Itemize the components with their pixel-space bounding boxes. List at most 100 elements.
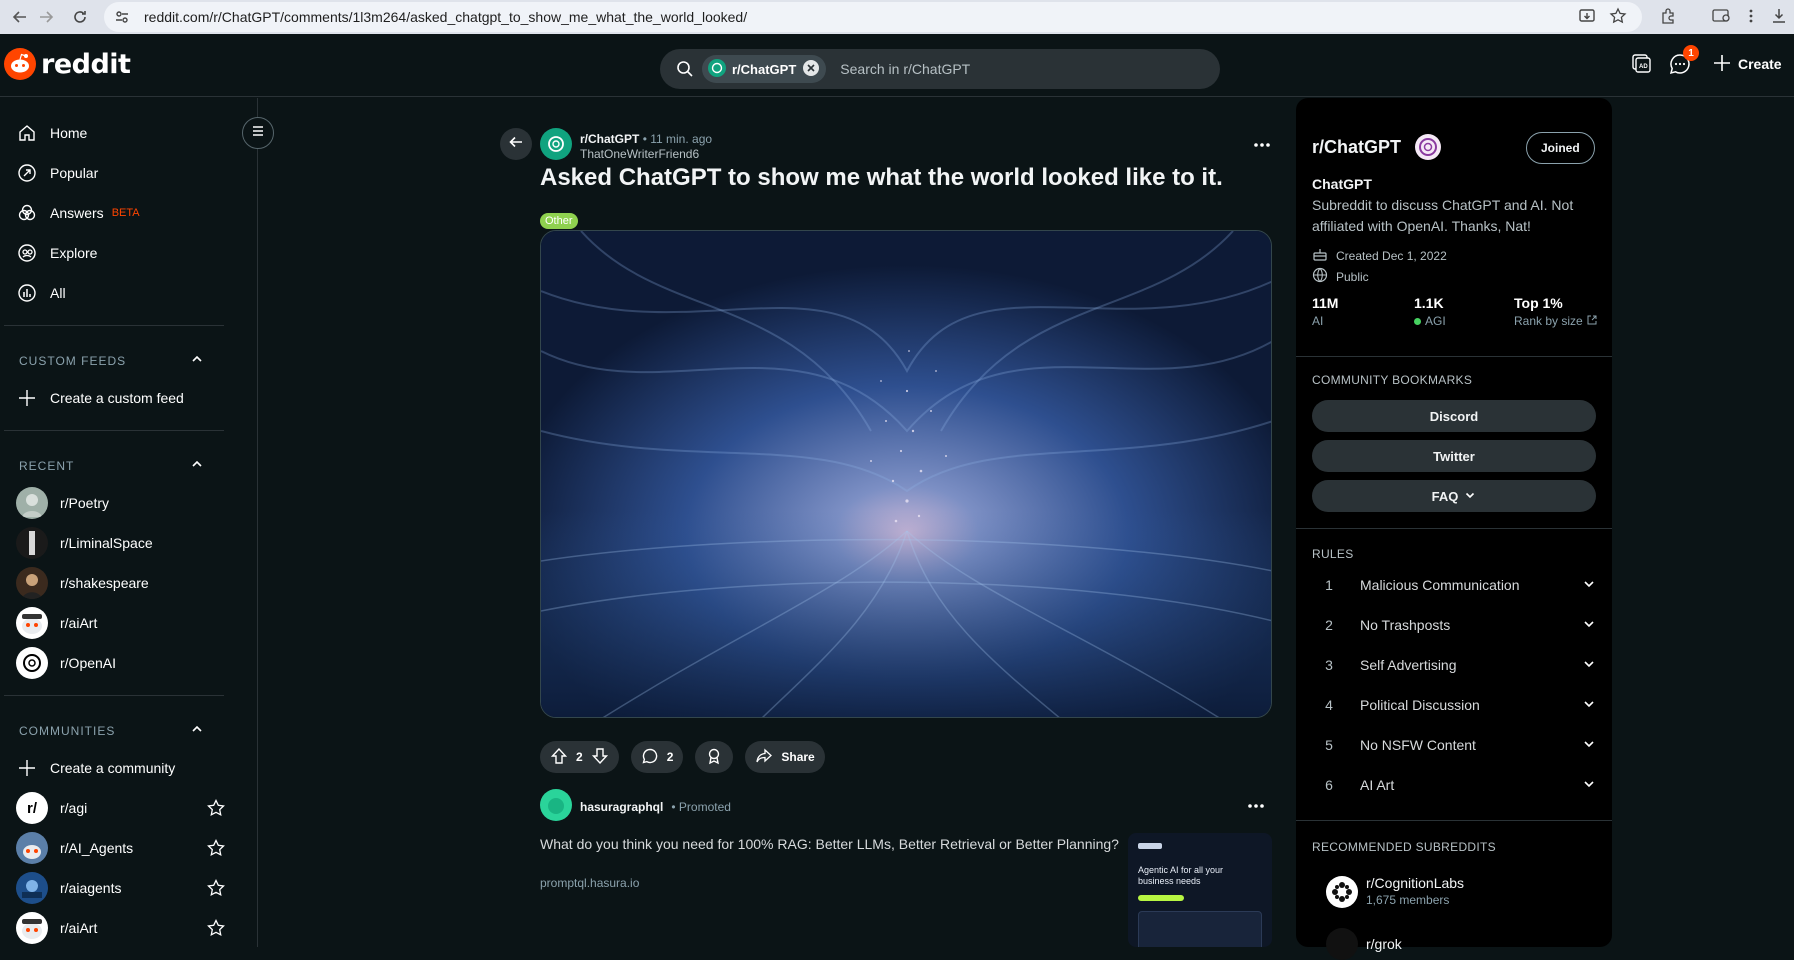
rule-item[interactable]: 1 Malicious Communication [1312,565,1596,605]
search-scope-chip[interactable]: r/ChatGPT [702,55,827,83]
stat-rank[interactable]: Top 1% Rank by size [1514,295,1597,328]
promoted-link[interactable]: promptql.hasura.io [540,876,639,890]
community-item-aiagents[interactable]: r/aiagents [16,868,226,908]
downvote-icon[interactable] [591,747,609,768]
rule-item[interactable]: 6 AI Art [1312,765,1596,805]
sidebar-item-answers[interactable]: Answers BETA [16,193,226,233]
advertiser-name[interactable]: hasuragraphql [580,800,663,814]
menu-icon[interactable] [1742,7,1760,25]
author-link[interactable]: ThatOneWriterFriend6 [580,147,712,162]
reddit-logo[interactable]: reddit [4,48,131,80]
bookmark-star-icon[interactable] [1609,7,1627,25]
rule-title: Political Discussion [1360,697,1480,713]
download-icon[interactable] [1770,7,1788,25]
favorite-star-icon[interactable] [206,878,226,901]
sidebar-divider [4,325,224,326]
chevron-up-icon[interactable] [190,722,204,739]
rule-number: 5 [1325,737,1333,753]
sidebar-item-label: Answers [50,205,104,221]
chevron-down-icon [1582,617,1596,634]
recent-item-poetry[interactable]: r/Poetry [16,483,226,523]
community-item-agi[interactable]: r/ r/agi [16,788,226,828]
favorite-star-icon[interactable] [206,838,226,861]
community-item-ai-agents[interactable]: r/AI_Agents [16,828,226,868]
forward-arrow-icon[interactable] [32,3,60,31]
rule-title: AI Art [1360,777,1395,793]
recent-item-openai[interactable]: r/OpenAI [16,643,226,683]
comments-button[interactable]: 2 [630,741,684,773]
chevron-up-icon[interactable] [190,352,204,369]
recent-item-shakespeare[interactable]: r/shakespeare [16,563,226,603]
upvote-icon[interactable] [550,747,568,768]
award-icon [705,747,723,768]
back-arrow-icon[interactable] [6,3,34,31]
recommended-item[interactable]: r/CognitionLabs 1,675 members [1326,875,1464,909]
promoted-thumbnail[interactable]: Agentic AI for all your business needs [1128,833,1272,947]
extensions-icon[interactable] [1660,7,1678,25]
address-bar[interactable]: reddit.com/r/ChatGPT/comments/1l3m264/as… [104,2,1642,32]
sidebar-item-all[interactable]: All [16,273,226,313]
post-options-icon[interactable] [1250,133,1274,157]
create-community-label: Create a community [50,760,176,776]
community-item-label: r/agi [60,800,88,816]
advertiser-avatar[interactable] [540,789,572,824]
sidebar-item-explore[interactable]: Explore [16,233,226,273]
favorite-star-icon[interactable] [206,798,226,821]
community-item-aiart[interactable]: r/aiArt [16,908,226,948]
create-button[interactable]: Create [1712,50,1782,78]
tab-search-icon[interactable] [1712,7,1730,25]
created-info: Created Dec 1, 2022 [1312,246,1447,265]
create-community[interactable]: Create a community [16,748,226,788]
chevron-up-icon[interactable] [190,457,204,474]
section-title: RECENT [19,458,75,473]
site-info-icon[interactable] [114,9,130,25]
post-time: • 11 min. ago [642,131,713,146]
collapse-sidebar-button[interactable] [242,117,274,149]
chat-button[interactable]: 1 [1668,45,1699,81]
sidebar-item-home[interactable]: Home [16,113,226,153]
subreddit-avatar[interactable] [540,128,572,165]
joined-button[interactable]: Joined [1526,132,1595,164]
bookmark-twitter-button[interactable]: Twitter [1312,440,1596,472]
search-chip-label: r/ChatGPT [732,61,797,77]
share-button[interactable]: Share [745,741,825,773]
shakespeare-avatar [16,567,48,599]
rule-item[interactable]: 2 No Trashposts [1312,605,1596,645]
chevron-down-icon [1582,737,1596,754]
recent-item-aiart[interactable]: r/aiArt [16,603,226,643]
recent-item-liminalspace[interactable]: r/LiminalSpace [16,523,226,563]
bookmark-faq-button[interactable]: FAQ [1312,480,1596,512]
hasura-logo [1138,843,1162,849]
hamburger-icon [250,123,266,144]
share-icon [755,747,773,768]
favorite-star-icon[interactable] [206,918,226,941]
post-flair[interactable]: Other [540,213,578,229]
recent-item-label: r/Poetry [60,495,110,511]
promo-options-icon[interactable] [1244,794,1268,818]
clear-chip-icon[interactable] [802,59,820,80]
sidebar-divider [1296,820,1612,821]
search-input[interactable]: Search in r/ChatGPT [840,61,970,77]
post-image[interactable] [540,230,1272,718]
promoted-text[interactable]: What do you think you need for 100% RAG:… [540,836,1119,852]
bookmark-discord-button[interactable]: Discord [1312,400,1596,432]
communities-header[interactable]: COMMUNITIES [19,722,204,739]
rule-item[interactable]: 3 Self Advertising [1312,645,1596,685]
community-title[interactable]: r/ChatGPT [1312,137,1401,158]
reload-icon[interactable] [66,3,94,31]
custom-feeds-header[interactable]: CUSTOM FEEDS [19,352,204,369]
install-icon[interactable] [1578,7,1596,25]
recommended-item[interactable]: r/grok [1326,928,1402,960]
rule-item[interactable]: 4 Political Discussion [1312,685,1596,725]
sidebar-item-popular[interactable]: Popular [16,153,226,193]
search-bar[interactable]: r/ChatGPT Search in r/ChatGPT [660,49,1220,89]
community-sidebar: r/ChatGPT Joined ChatGPT Subreddit to di… [1296,98,1612,960]
award-button[interactable] [695,741,734,773]
advertise-icon[interactable]: AD [1630,52,1652,74]
back-button[interactable] [500,128,532,160]
sidebar-item-label: Explore [50,245,98,261]
rule-item[interactable]: 5 No NSFW Content [1312,725,1596,765]
create-custom-feed[interactable]: Create a custom feed [16,378,226,418]
recent-header[interactable]: RECENT [19,457,204,474]
subreddit-link[interactable]: r/ChatGPT [580,132,639,146]
